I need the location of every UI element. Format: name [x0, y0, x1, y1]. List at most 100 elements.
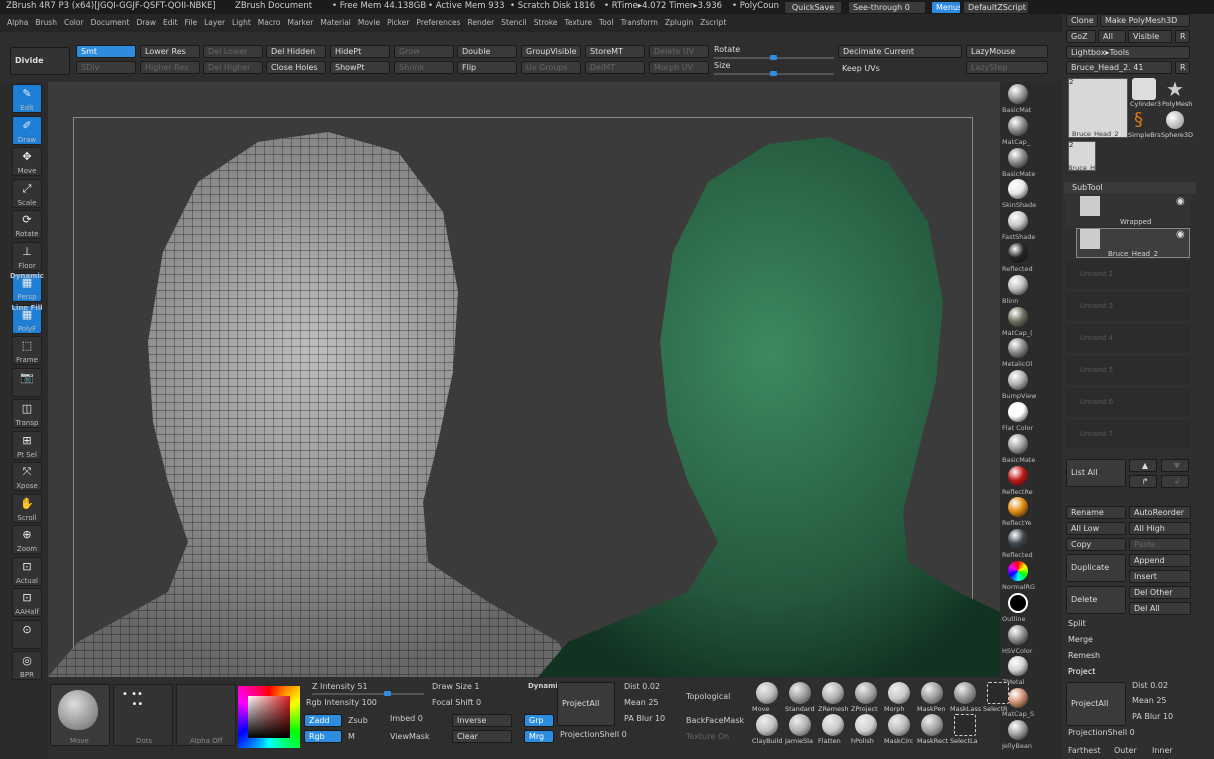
sphere3d-icon[interactable] [1166, 111, 1184, 129]
list-all-button[interactable]: List All [1066, 459, 1126, 487]
menu-transform[interactable]: Transform [621, 14, 658, 32]
mean-slider[interactable]: Mean 25 [1132, 696, 1167, 705]
move-subtool-icon-2[interactable]: ↲ [1161, 475, 1189, 488]
copy-button[interactable]: Copy [1066, 538, 1126, 551]
brush-move[interactable] [756, 682, 778, 704]
default-zscript-button[interactable]: DefaultZScript [963, 1, 1029, 14]
farthest-button[interactable]: Farthest [1068, 746, 1101, 755]
material-swatch-2[interactable] [1008, 147, 1028, 168]
star-icon[interactable]: ★ [1166, 78, 1184, 100]
all-high-button[interactable]: All High [1129, 522, 1191, 535]
material-swatch-17[interactable] [1008, 624, 1028, 645]
material-swatch-12[interactable] [1008, 465, 1028, 486]
inverse-button[interactable]: Inverse [452, 714, 512, 727]
seethrough-slider[interactable]: See-through 0 [848, 1, 926, 14]
del-all-button[interactable]: Del All [1129, 602, 1191, 615]
quicksave-button[interactable]: QuickSave [784, 1, 842, 14]
groupvisible-button[interactable]: GroupVisible [521, 45, 581, 58]
move-subtool-icon[interactable]: ↱ [1129, 475, 1157, 488]
current-tool-slider[interactable]: Bruce_Head_2. 41 [1066, 61, 1172, 74]
brush-hpolish[interactable] [855, 714, 877, 736]
imbed-slider[interactable]: Imbed 0 [390, 714, 423, 723]
menu-document[interactable]: Document [91, 14, 130, 32]
brush-selectr[interactable] [987, 682, 1009, 704]
uv-groups-button[interactable]: Uv Groups [521, 61, 581, 74]
pa-blur-slider-bottom[interactable]: PA Blur 10 [624, 714, 665, 723]
lightbox-tools-button[interactable]: Lightbox▸Tools [1066, 46, 1190, 59]
z-intensity-track[interactable] [312, 693, 424, 695]
merge-section[interactable]: Merge [1064, 634, 1194, 647]
mean-slider-bottom[interactable]: Mean 25 [624, 698, 659, 707]
material-swatch-0[interactable] [1008, 84, 1028, 104]
all-button[interactable]: All [1098, 30, 1126, 43]
material-swatch-13[interactable] [1008, 497, 1028, 518]
material-swatch-16[interactable] [1008, 592, 1028, 613]
smt-toggle[interactable]: Smt [76, 45, 136, 58]
menu-material[interactable]: Material [320, 14, 350, 32]
material-swatch-4[interactable] [1008, 211, 1028, 232]
hidept-button[interactable]: HidePt [330, 45, 390, 58]
arrow-down-icon[interactable]: ▼ [1161, 459, 1189, 472]
material-swatch-1[interactable] [1008, 115, 1028, 136]
projectall-button-bottom[interactable]: ProjectAll [557, 682, 615, 726]
material-swatch-11[interactable] [1008, 433, 1028, 454]
remesh-section[interactable]: Remesh [1064, 650, 1194, 663]
material-swatch-9[interactable] [1008, 370, 1028, 391]
clone-button[interactable]: Clone [1066, 14, 1098, 27]
projectionshell-slider-bottom[interactable]: ProjectionShell 0 [560, 730, 627, 739]
eye-icon-2[interactable]: ◉ [1176, 229, 1185, 240]
flip-button[interactable]: Flip [457, 61, 517, 74]
draw-size-slider[interactable]: Draw Size 1 [432, 682, 480, 691]
shelf-button-item-9[interactable]: 📷 [12, 367, 42, 397]
tool-thumb-bruce-head[interactable] [1068, 78, 1128, 138]
split-section[interactable]: Split [1064, 618, 1194, 631]
shrink-button[interactable]: Shrink [394, 61, 454, 74]
material-swatch-18[interactable] [1008, 656, 1028, 677]
del-hidden-button[interactable]: Del Hidden [266, 45, 326, 58]
brush-claybuild[interactable] [756, 714, 778, 736]
brush-zproject[interactable] [855, 682, 877, 704]
mrg-toggle[interactable]: Mrg [524, 730, 554, 743]
menu-stencil[interactable]: Stencil [501, 14, 526, 32]
zadd-toggle[interactable]: Zadd [304, 714, 342, 727]
autoreorder-button[interactable]: AutoReorder [1129, 506, 1191, 519]
size-slider-knob[interactable] [770, 71, 777, 76]
insert-button[interactable]: Insert [1129, 570, 1191, 583]
focal-shift-slider[interactable]: Focal Shift 0 [432, 698, 481, 707]
brush-masklass[interactable] [954, 682, 976, 704]
all-low-button[interactable]: All Low [1066, 522, 1126, 535]
divide-button[interactable]: Divide [10, 47, 70, 75]
simplebrush-icon[interactable]: § [1134, 110, 1143, 130]
menu-edit[interactable]: Edit [163, 14, 178, 32]
project-section[interactable]: Project [1064, 666, 1194, 679]
arrow-up-icon[interactable]: ▲ [1129, 459, 1157, 472]
menu-render[interactable]: Render [468, 14, 495, 32]
dist-slider-bottom[interactable]: Dist 0.02 [624, 682, 660, 691]
menu-layer[interactable]: Layer [204, 14, 225, 32]
menus-button[interactable]: Menus [931, 1, 961, 14]
brush-maskcirc[interactable] [888, 714, 910, 736]
close-holes-button[interactable]: Close Holes [266, 61, 326, 74]
delete-uv-button[interactable]: Delete UV [649, 45, 709, 58]
showpt-button[interactable]: ShowPt [330, 61, 390, 74]
lower-res-button[interactable]: Lower Res [140, 45, 200, 58]
menu-draw[interactable]: Draw [136, 14, 156, 32]
menu-color[interactable]: Color [64, 14, 84, 32]
material-swatch-3[interactable] [1008, 179, 1028, 200]
menu-picker[interactable]: Picker [387, 14, 409, 32]
make-polymesh-button[interactable]: Make PolyMesh3D [1100, 14, 1190, 27]
menu-zscript[interactable]: Zscript [700, 14, 726, 32]
backfacemask-toggle[interactable]: BackFaceMask [686, 716, 744, 725]
texture-on-toggle[interactable]: Texture On [686, 732, 729, 741]
brush-maskrect[interactable] [921, 714, 943, 736]
pa-blur-slider[interactable]: PA Blur 10 [1132, 712, 1173, 721]
projectionshell-slider[interactable]: ProjectionShell 0 [1068, 728, 1135, 737]
menu-texture[interactable]: Texture [565, 14, 592, 32]
brush-jamiesla[interactable] [789, 714, 811, 736]
dist-slider[interactable]: Dist 0.02 [1132, 681, 1168, 690]
brush-morph[interactable] [888, 682, 910, 704]
menu-light[interactable]: Light [232, 14, 251, 32]
r-button[interactable]: R [1175, 30, 1190, 43]
del-higher-button[interactable]: Del Higher [203, 61, 263, 74]
keep-uvs-toggle[interactable]: Keep UVs [842, 64, 880, 73]
